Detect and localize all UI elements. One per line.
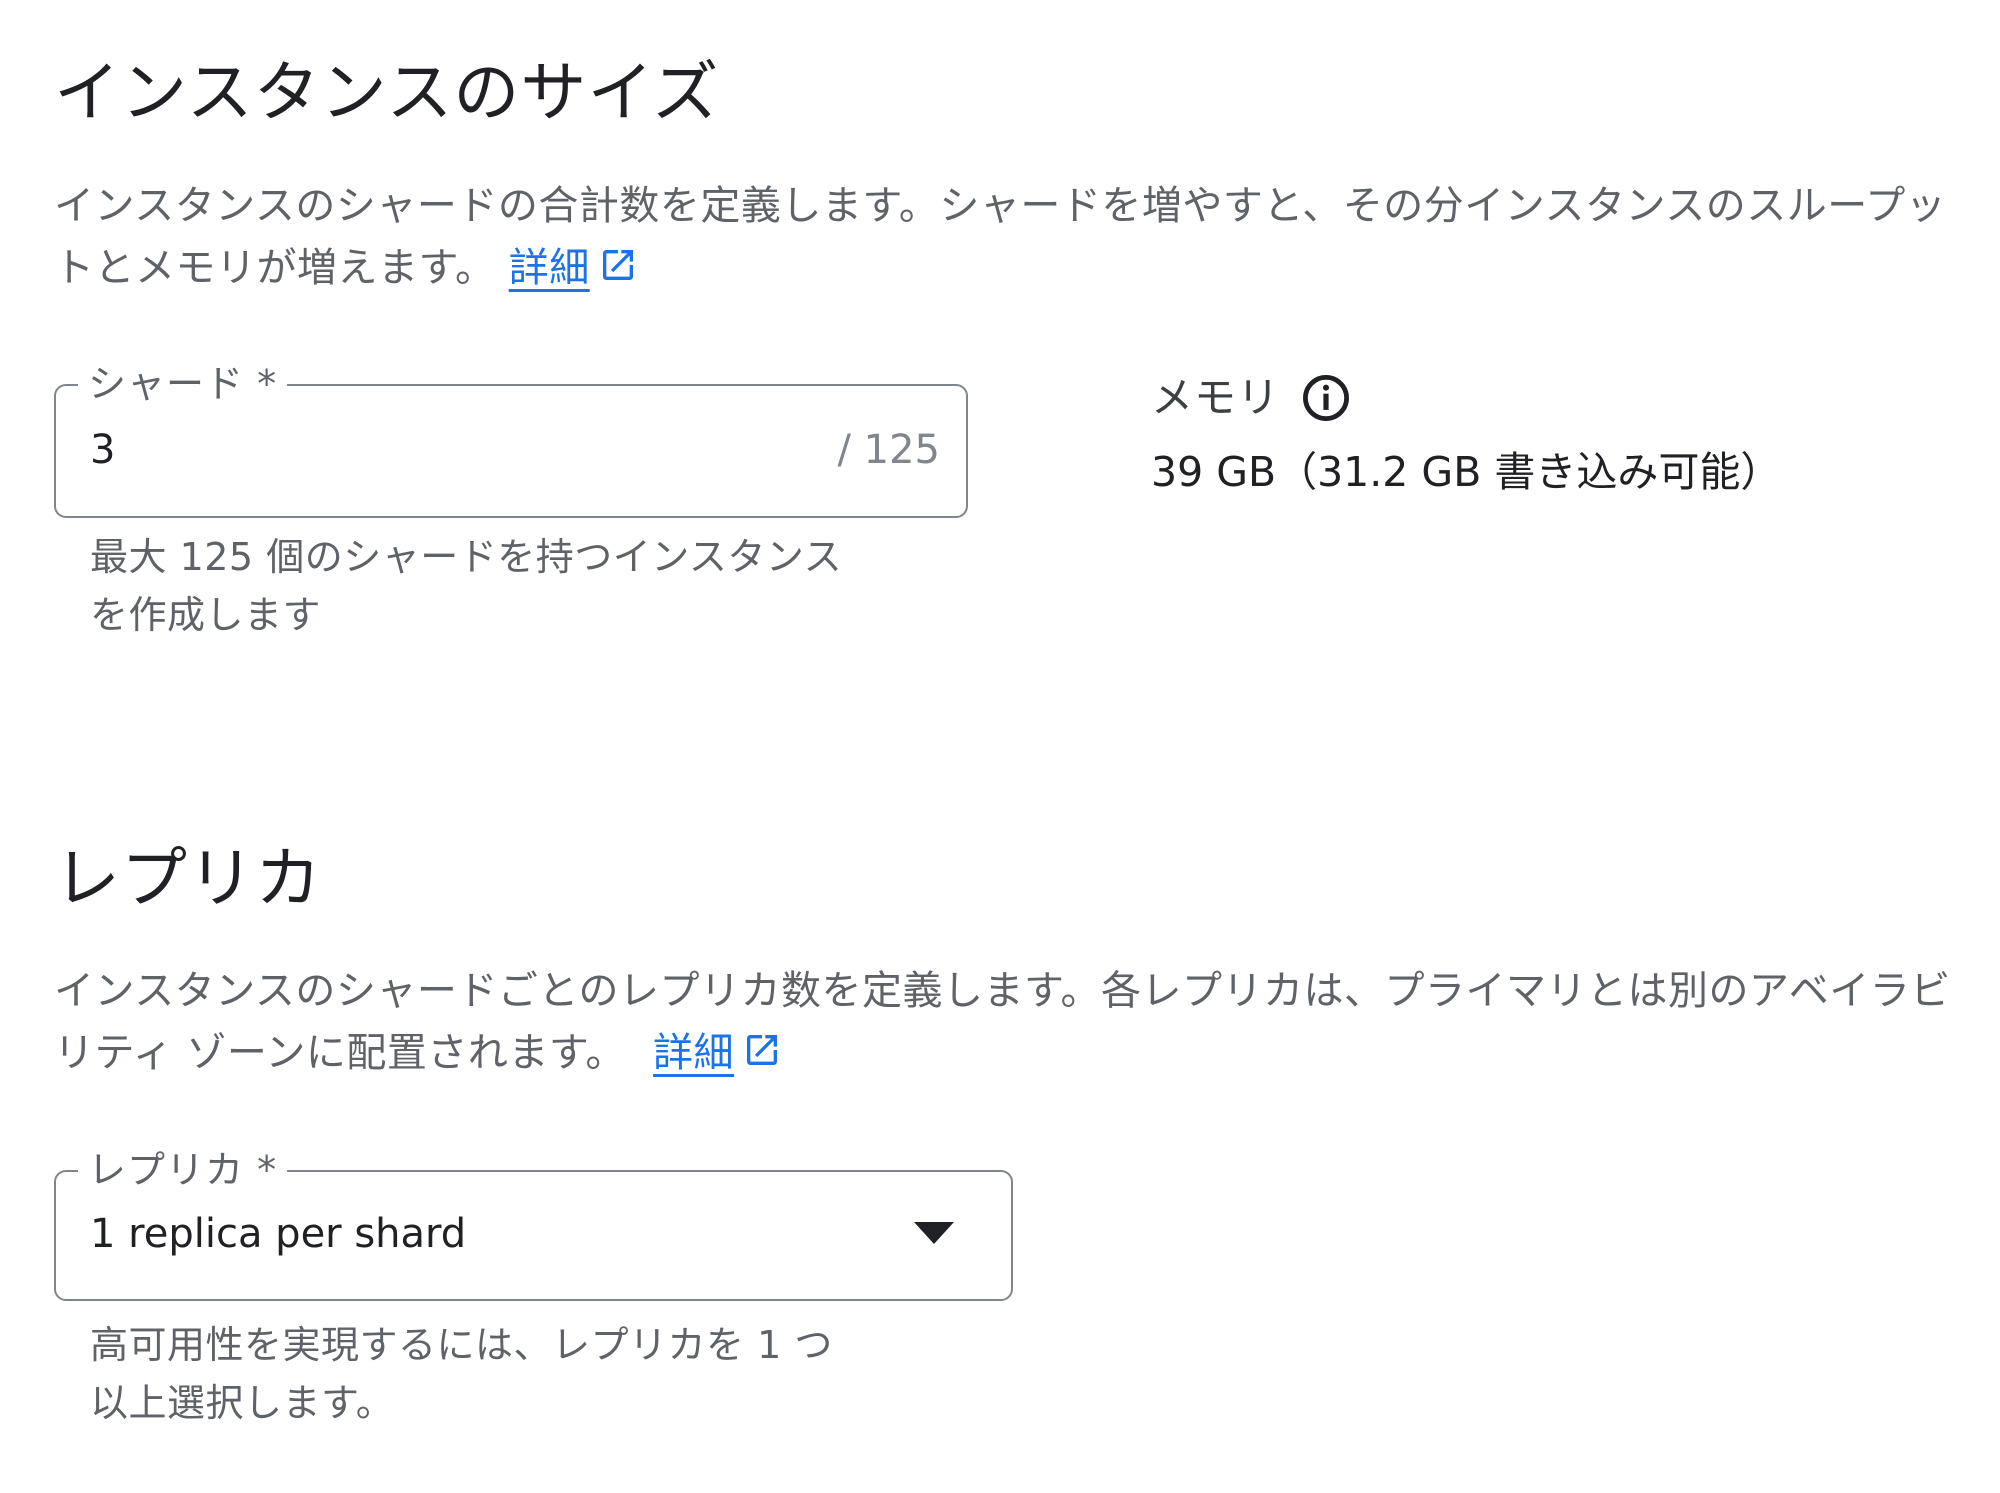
replicas-select[interactable]: レプリカ * 1 replica per shard	[54, 1146, 1013, 1301]
shards-counter: / 125	[837, 427, 940, 473]
shards-helper-text: 最大 125 個のシャードを持つインスタンスを作成します	[90, 535, 843, 637]
shards-field[interactable]: シャード * 3 / 125	[54, 360, 968, 518]
replicas-description: インスタンスのシャードごとのレプリカ数を定義します。各レプリカは、プライマリとは…	[54, 960, 1954, 1084]
memory-label-text: メモリ	[1151, 373, 1281, 422]
dropdown-arrow-icon[interactable]	[914, 1222, 954, 1246]
instance-size-description: インスタンスのシャードの合計数を定義します。シャードを増やすと、その分インスタン…	[54, 175, 1954, 299]
replicas-title: レプリカ	[54, 840, 322, 917]
instance-size-description-text: インスタンスのシャードの合計数を定義します。シャードを増やすと、その分インスタン…	[54, 183, 1947, 291]
replicas-learn-more-link[interactable]: 詳細	[653, 1030, 734, 1076]
shards-field-label: シャード *	[78, 360, 288, 408]
memory-label: メモリ	[1151, 372, 1352, 424]
external-link-icon[interactable]	[598, 245, 638, 285]
shards-input[interactable]: 3	[90, 426, 115, 474]
memory-value: 39 GB（31.2 GB 書き込み可能）	[1151, 448, 1782, 496]
replicas-description-text: インスタンスのシャードごとのレプリカ数を定義します。各レプリカは、プライマリとは…	[54, 968, 1951, 1076]
replicas-helper-text: 高可用性を実現するには、レプリカを 1 つ以上選択します。	[90, 1323, 833, 1425]
external-link-icon[interactable]	[742, 1030, 782, 1070]
info-icon[interactable]	[1300, 372, 1352, 424]
instance-size-learn-more-link[interactable]: 詳細	[509, 245, 590, 291]
instance-size-title: インスタンスのサイズ	[54, 54, 720, 131]
learn-more-label: 詳細	[653, 1030, 735, 1076]
replicas-field-label: レプリカ *	[78, 1146, 288, 1194]
replicas-selected-value: 1 replica per shard	[90, 1211, 467, 1257]
learn-more-label: 詳細	[508, 245, 590, 291]
